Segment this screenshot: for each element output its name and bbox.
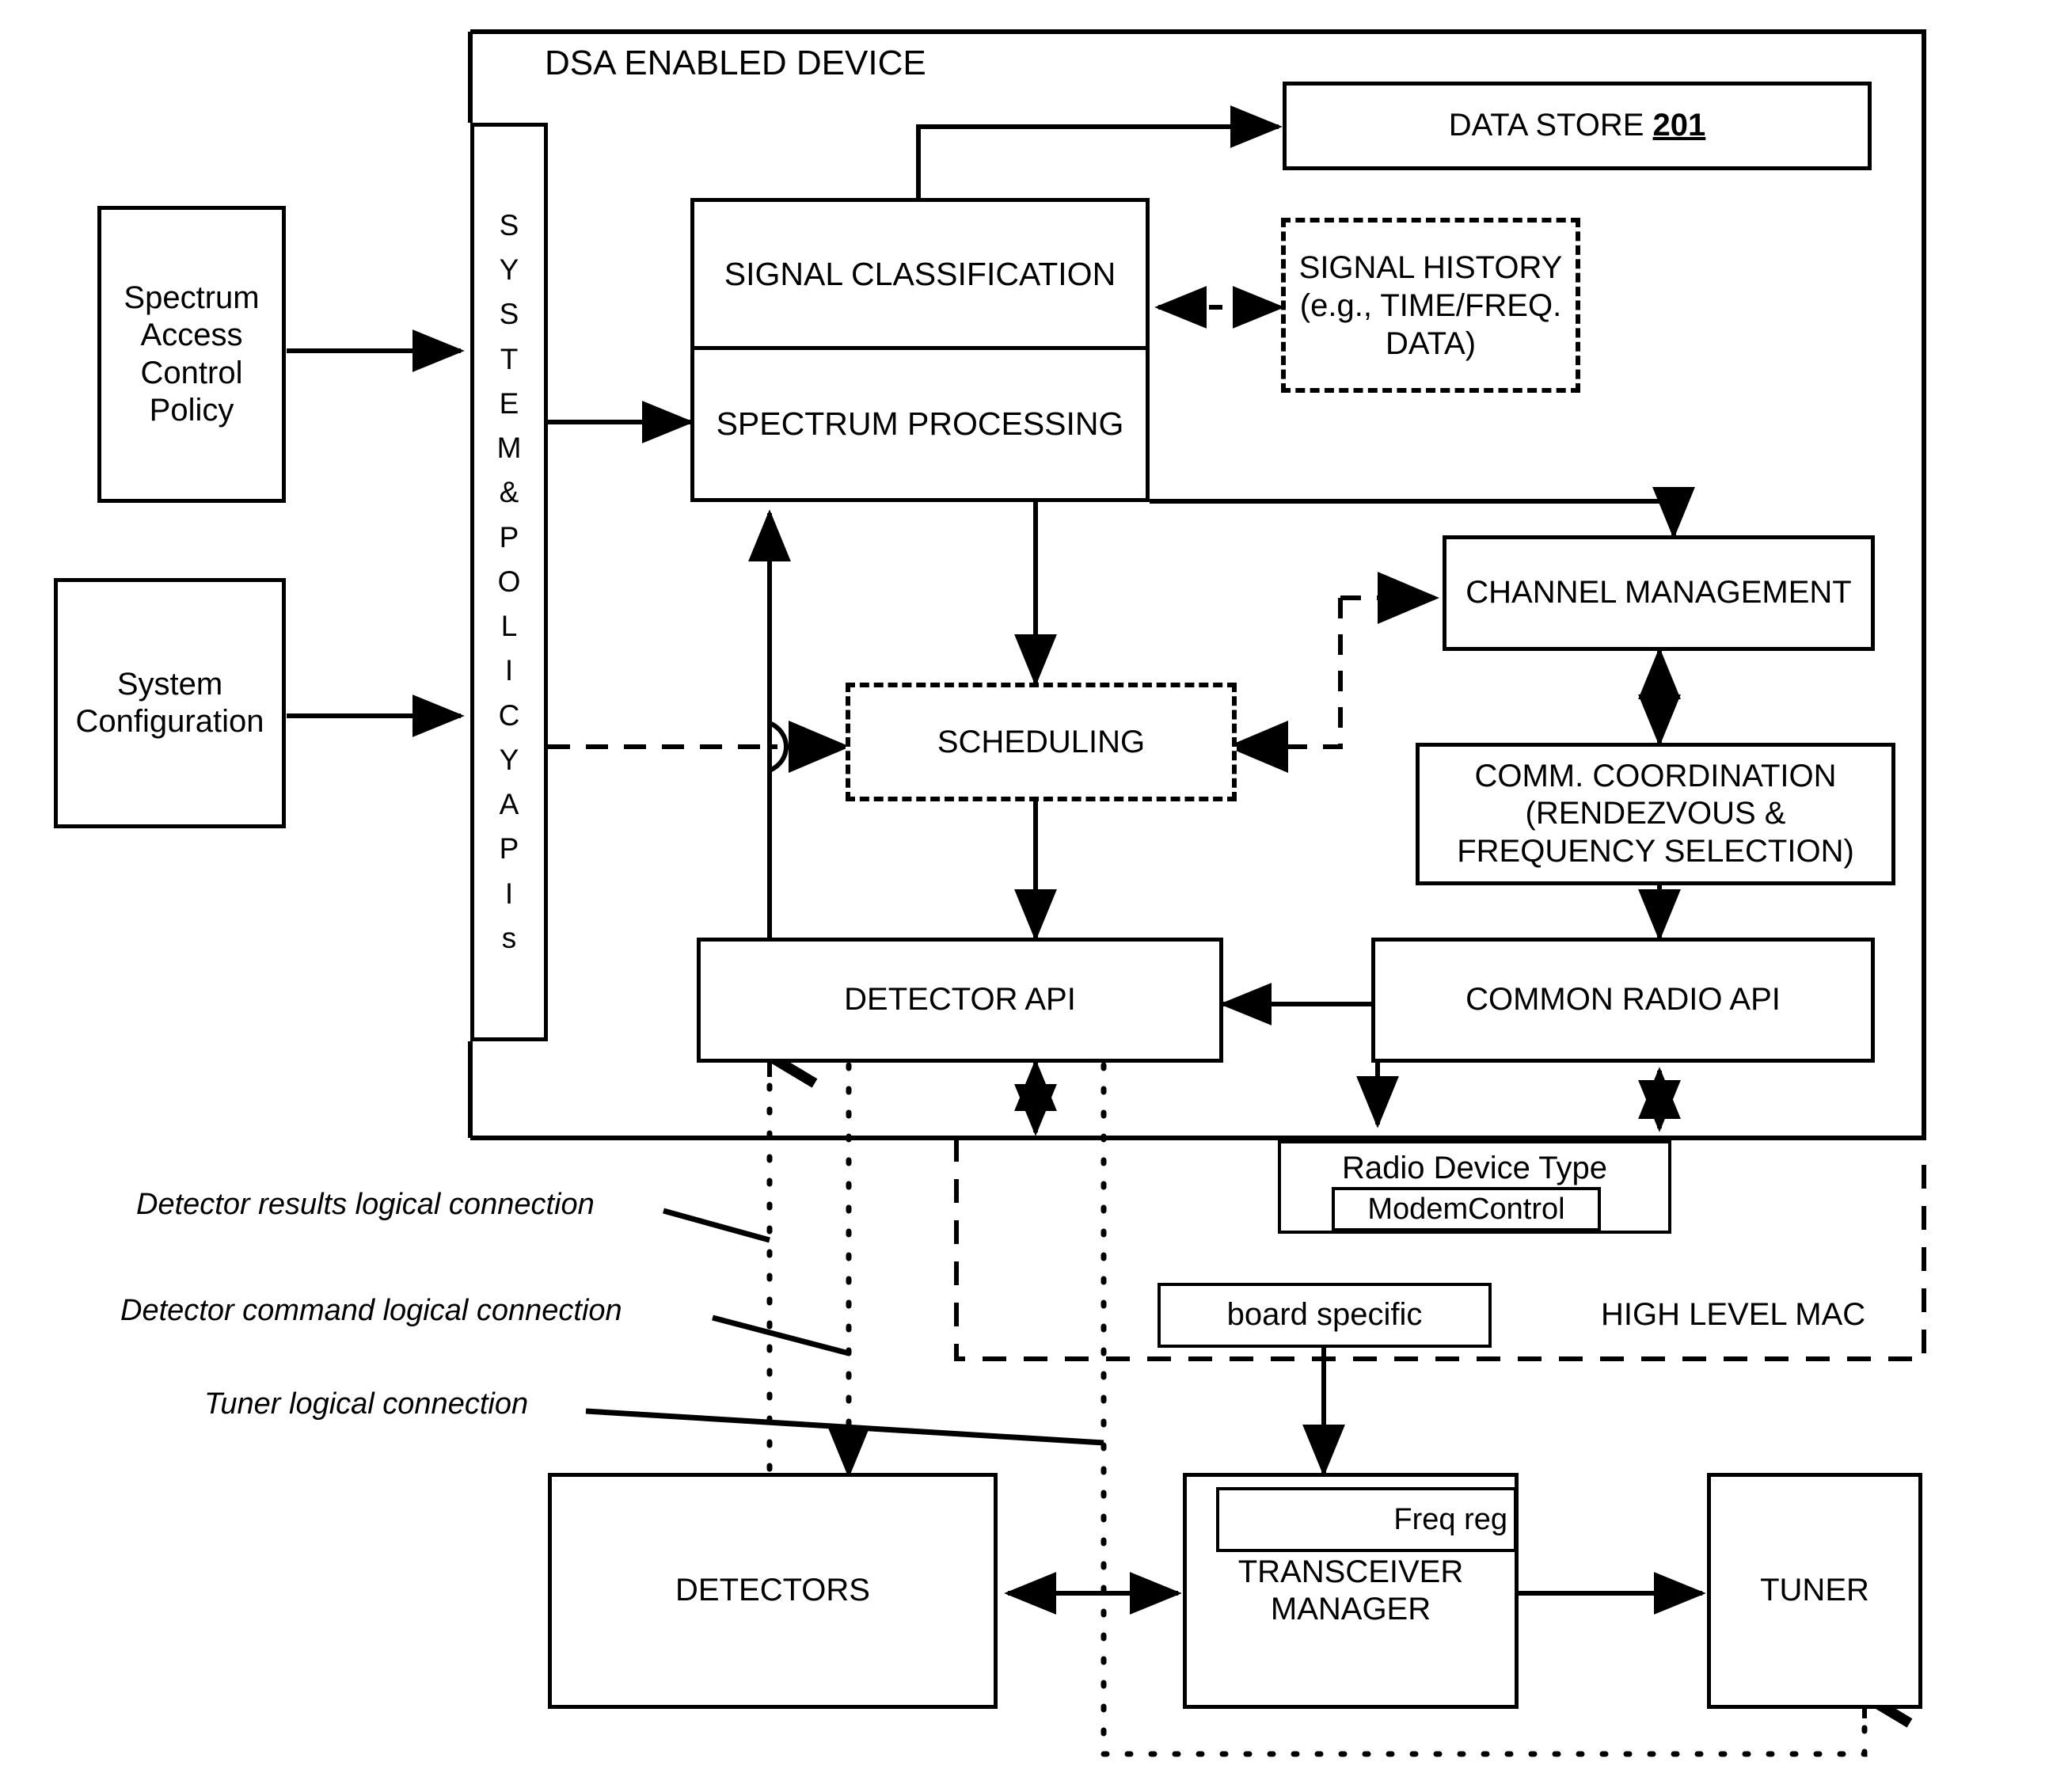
detectors-box: DETECTORS xyxy=(548,1473,998,1709)
channel-management-label: CHANNEL MANAGEMENT xyxy=(1465,575,1852,611)
freq-reg-label: Freq reg xyxy=(1393,1502,1507,1536)
legend-detector-results: Detector results logical connection xyxy=(136,1188,595,1221)
board-specific-box: board specific xyxy=(1158,1283,1492,1348)
diagram-canvas: DSA ENABLED DEVICE S Y S T E M & P O L I… xyxy=(0,0,2049,1792)
radio-device-type-label: Radio Device Type xyxy=(1342,1151,1607,1185)
modem-control-box: ModemControl xyxy=(1332,1187,1601,1231)
board-specific-label: board specific xyxy=(1226,1297,1423,1333)
system-configuration-box: System Configuration xyxy=(54,578,286,828)
channel-management-box: CHANNEL MANAGEMENT xyxy=(1443,535,1875,651)
detector-api-label: DETECTOR API xyxy=(844,982,1076,1018)
data-store-label: DATA STORE 201 xyxy=(1448,108,1706,143)
comm-coordination-box: COMM. COORDINATION (RENDEZVOUS & FREQUEN… xyxy=(1416,743,1895,885)
device-frame-title: DSA ENABLED DEVICE xyxy=(545,44,926,82)
spectrum-access-control-policy-box: Spectrum Access Control Policy xyxy=(97,206,286,503)
freq-reg-box: Freq reg xyxy=(1216,1487,1517,1552)
detector-api-box: DETECTOR API xyxy=(697,938,1223,1063)
detectors-label: DETECTORS xyxy=(675,1573,870,1608)
transceiver-manager-label: TRANSCEIVER MANAGER xyxy=(1237,1554,1464,1626)
signal-classification-label: SIGNAL CLASSIFICATION xyxy=(724,255,1116,292)
signal-history-box: SIGNAL HISTORY (e.g., TIME/FREQ. DATA) xyxy=(1281,218,1580,393)
system-configuration-label: System Configuration xyxy=(75,666,264,739)
common-radio-api-label: COMMON RADIO API xyxy=(1465,982,1781,1018)
modem-control-label: ModemControl xyxy=(1367,1192,1565,1226)
system-policy-apis-letters: S Y S T E M & P O L I C Y A P I s xyxy=(496,209,522,954)
common-radio-api-box: COMMON RADIO API xyxy=(1371,938,1875,1063)
spectrum-processing-cell: SPECTRUM PROCESSING xyxy=(694,350,1146,498)
signal-classification-cell: SIGNAL CLASSIFICATION xyxy=(694,202,1146,350)
spectrum-processing-label: SPECTRUM PROCESSING xyxy=(716,405,1124,442)
spectrum-access-control-policy-label: Spectrum Access Control Policy xyxy=(124,280,260,428)
tuner-label: TUNER xyxy=(1760,1573,1869,1608)
signal-spectrum-split-box: SIGNAL CLASSIFICATION SPECTRUM PROCESSIN… xyxy=(690,198,1150,502)
signal-history-label: SIGNAL HISTORY (e.g., TIME/FREQ. DATA) xyxy=(1298,249,1563,361)
scheduling-label: SCHEDULING xyxy=(937,725,1146,759)
comm-coordination-label: COMM. COORDINATION (RENDEZVOUS & FREQUEN… xyxy=(1457,759,1854,869)
high-level-mac-label: HIGH LEVEL MAC xyxy=(1601,1297,1866,1332)
tuner-box: TUNER xyxy=(1707,1473,1922,1709)
system-policy-apis-column: S Y S T E M & P O L I C Y A P I s xyxy=(470,123,548,1041)
scheduling-box: SCHEDULING xyxy=(846,683,1237,801)
legend-tuner-connection: Tuner logical connection xyxy=(204,1387,529,1421)
legend-detector-command: Detector command logical connection xyxy=(120,1294,622,1327)
data-store-ref: 201 xyxy=(1652,108,1706,143)
data-store-box: DATA STORE 201 xyxy=(1283,82,1872,170)
